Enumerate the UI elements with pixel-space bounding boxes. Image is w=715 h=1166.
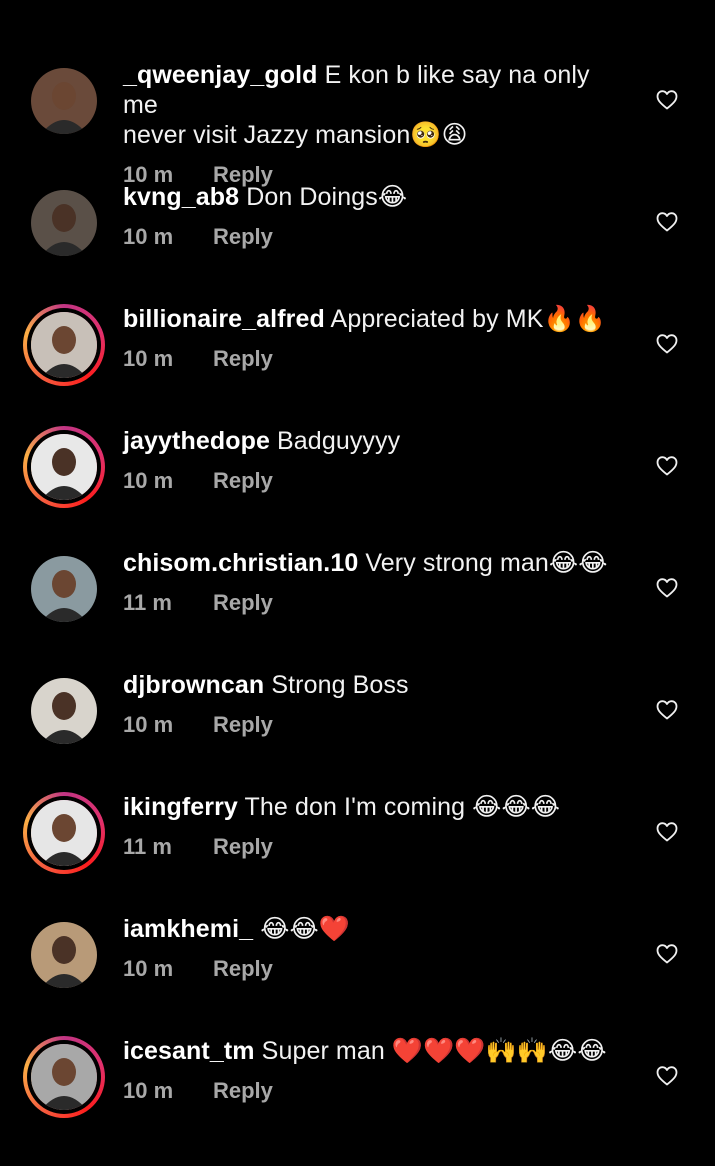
comment-username[interactable]: ikingferry	[123, 793, 238, 821]
comment-timestamp: 10 m	[123, 468, 174, 493]
comment-text: Don Doings😂	[246, 183, 408, 211]
avatar[interactable]	[31, 678, 97, 744]
comment-line: ikingferry The don I'm coming 😂😂😂	[123, 792, 623, 822]
comment-timestamp: 10 m	[123, 346, 174, 371]
like-heart-icon[interactable]	[655, 820, 679, 844]
avatar[interactable]	[31, 312, 97, 378]
reply-button[interactable]: Reply	[213, 712, 273, 737]
like-heart-icon[interactable]	[655, 454, 679, 478]
avatar[interactable]	[31, 556, 97, 622]
avatar[interactable]	[31, 190, 97, 256]
comment-body: ikingferry The don I'm coming 😂😂😂 11 m Rep…	[123, 792, 623, 862]
avatar-story-ring[interactable]	[23, 426, 105, 508]
comment-username[interactable]: icesant_tm	[123, 1037, 255, 1065]
like-heart-icon[interactable]	[655, 210, 679, 234]
comment-meta: 10 m Reply	[123, 1078, 623, 1106]
reply-button[interactable]: Reply	[213, 224, 273, 249]
reply-button[interactable]: Reply	[213, 1078, 273, 1103]
avatar-container[interactable]	[31, 922, 97, 988]
comment-timestamp: 11 m	[123, 590, 172, 615]
reply-button[interactable]: Reply	[213, 956, 273, 981]
reply-button[interactable]: Reply	[213, 590, 273, 615]
comment-item: ikingferry The don I'm coming 😂😂😂 11 m Rep…	[0, 792, 715, 922]
reply-button[interactable]: Reply	[213, 346, 273, 371]
comment-line: billionaire_alfred Appreciated by MK🔥🔥	[123, 304, 623, 334]
comment-text: Super man ❤️❤️❤️🙌🙌😂😂	[261, 1037, 607, 1065]
comment-body: chisom.christian.10 Very strong man😂😂 11 …	[123, 548, 623, 618]
comment-item: billionaire_alfred Appreciated by MK🔥🔥 10…	[0, 304, 715, 434]
comment-timestamp: 10 m	[123, 224, 174, 249]
like-heart-icon[interactable]	[655, 698, 679, 722]
avatar[interactable]	[31, 800, 97, 866]
comment-username[interactable]: _qweenjay_gold	[123, 61, 318, 89]
comment-text-continued: never visit Jazzy mansion🥺😩	[123, 121, 468, 149]
comment-line: iamkhemi_ 😂😂❤️	[123, 914, 623, 944]
avatar[interactable]	[31, 1044, 97, 1110]
comment-line: kvng_ab8 Don Doings😂	[123, 182, 623, 212]
comment-body: kvng_ab8 Don Doings😂 10 m Reply	[123, 182, 623, 252]
comment-body: billionaire_alfred Appreciated by MK🔥🔥 10…	[123, 304, 623, 374]
comment-text: The don I'm coming 😂😂😂	[244, 793, 561, 821]
comment-text: Very strong man😂😂	[365, 549, 608, 577]
avatar-container[interactable]	[31, 68, 97, 134]
comment-text: Badguyyyy	[277, 427, 401, 455]
comment-meta: 10 m Reply	[123, 956, 623, 984]
comment-timestamp: 11 m	[123, 834, 172, 859]
like-heart-icon[interactable]	[655, 942, 679, 966]
comment-username[interactable]: billionaire_alfred	[123, 305, 325, 333]
comment-item: kvng_ab8 Don Doings😂 10 m Reply	[0, 183, 715, 312]
comment-item: icesant_tm Super man ❤️❤️❤️🙌🙌😂😂 10 m Reply	[0, 1036, 715, 1166]
avatar-container[interactable]	[31, 678, 97, 744]
comment-item: jayythedope Badguyyyy 10 m Reply	[0, 426, 715, 556]
comment-timestamp: 10 m	[123, 712, 174, 737]
comment-body: _qweenjay_gold E kon b like say na only …	[123, 60, 623, 190]
avatar[interactable]	[31, 434, 97, 500]
comment-meta: 10 m Reply	[123, 224, 623, 252]
comment-username[interactable]: chisom.christian.10	[123, 549, 358, 577]
comment-timestamp: 10 m	[123, 1078, 174, 1103]
comment-meta: 10 m Reply	[123, 468, 623, 496]
comment-username[interactable]: djbrowncan	[123, 671, 264, 699]
comment-body: icesant_tm Super man ❤️❤️❤️🙌🙌😂😂 10 m Reply	[123, 1036, 623, 1106]
comment-body: djbrowncan Strong Boss 10 m Reply	[123, 670, 623, 740]
like-heart-icon[interactable]	[655, 88, 679, 112]
comment-username[interactable]: kvng_ab8	[123, 183, 239, 211]
comment-username[interactable]: iamkhemi_	[123, 915, 253, 943]
comment-line: _qweenjay_gold E kon b like say na only …	[123, 60, 623, 120]
like-heart-icon[interactable]	[655, 1064, 679, 1088]
avatar[interactable]	[31, 922, 97, 988]
comment-meta: 11 m Reply	[123, 834, 623, 862]
comment-line: jayythedope Badguyyyy	[123, 426, 623, 456]
avatar[interactable]	[31, 68, 97, 134]
comment-line: djbrowncan Strong Boss	[123, 670, 623, 700]
like-heart-icon[interactable]	[655, 576, 679, 600]
reply-button[interactable]: Reply	[213, 468, 273, 493]
comment-meta: 10 m Reply	[123, 712, 623, 740]
avatar-container[interactable]	[31, 556, 97, 622]
comment-meta: 11 m Reply	[123, 590, 623, 618]
comment-timestamp: 10 m	[123, 956, 174, 981]
comment-meta: 10 m Reply	[123, 346, 623, 374]
reply-button[interactable]: Reply	[213, 834, 273, 859]
comment-item: djbrowncan Strong Boss 10 m Reply	[0, 671, 715, 800]
avatar-story-ring[interactable]	[23, 792, 105, 874]
comment-item: chisom.christian.10 Very strong man😂😂 11 …	[0, 549, 715, 678]
comment-body: jayythedope Badguyyyy 10 m Reply	[123, 426, 623, 496]
avatar-story-ring[interactable]	[23, 1036, 105, 1118]
comment-item: iamkhemi_ 😂😂❤️ 10 m Reply	[0, 915, 715, 1044]
avatar-container[interactable]	[31, 190, 97, 256]
comment-username[interactable]: jayythedope	[123, 427, 270, 455]
comment-line: chisom.christian.10 Very strong man😂😂	[123, 548, 623, 578]
comment-line: icesant_tm Super man ❤️❤️❤️🙌🙌😂😂	[123, 1036, 623, 1066]
avatar-story-ring[interactable]	[23, 304, 105, 386]
comment-text: 😂😂❤️	[260, 915, 351, 943]
comment-text: Strong Boss	[271, 671, 409, 699]
comment-text: Appreciated by MK🔥🔥	[330, 305, 606, 333]
comment-body: iamkhemi_ 😂😂❤️ 10 m Reply	[123, 914, 623, 984]
like-heart-icon[interactable]	[655, 332, 679, 356]
comment-item: _qweenjay_gold E kon b like say na only …	[0, 61, 715, 190]
